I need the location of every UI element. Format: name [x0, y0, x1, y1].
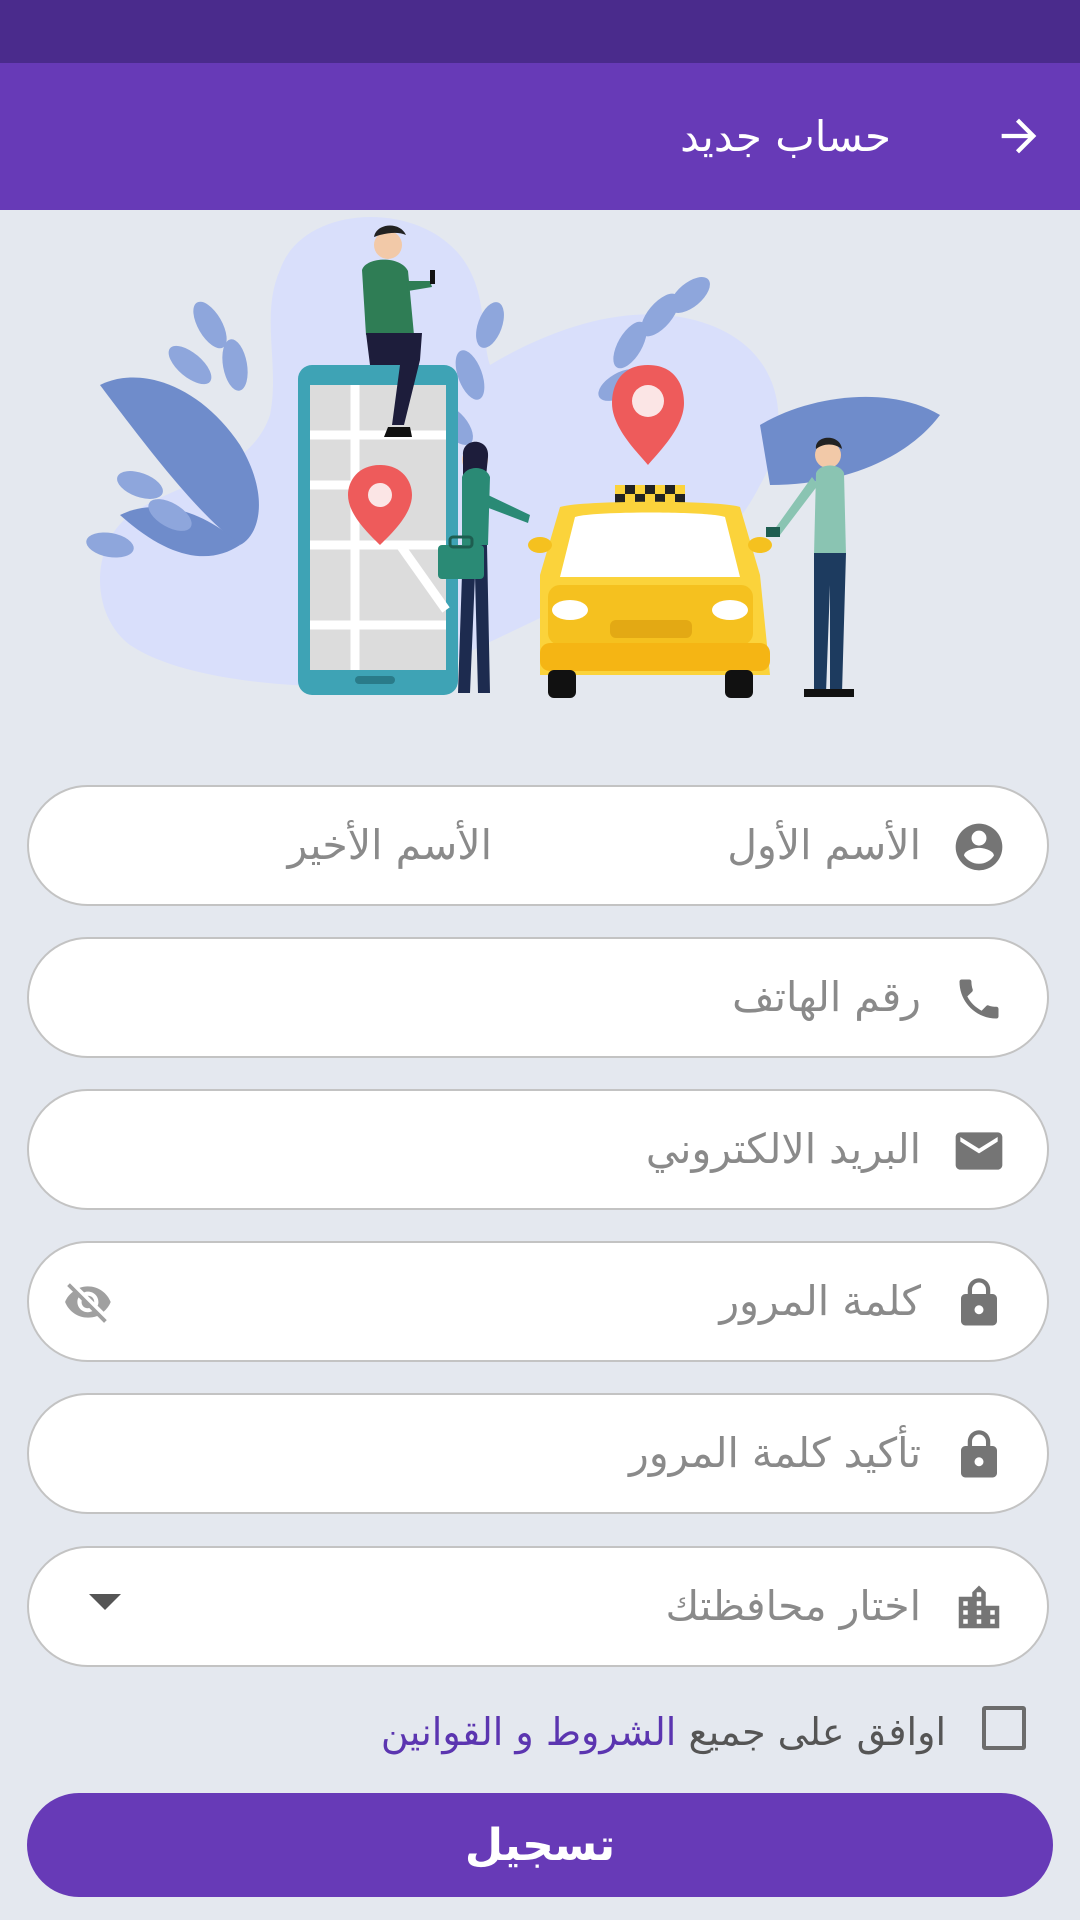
- terms-prefix: اوافق على جميع: [688, 1710, 946, 1754]
- terms-link[interactable]: الشروط و القوانين: [381, 1710, 677, 1754]
- terms-label: اوافق على جميع الشروط و القوانين: [381, 1700, 946, 1764]
- envelope-icon: [951, 1123, 1007, 1179]
- eye-off-icon[interactable]: [59, 1277, 117, 1327]
- app-bar: حساب جديد: [0, 63, 1080, 210]
- city-icon: [951, 1580, 1007, 1636]
- last-name-input[interactable]: الأسم الأخير: [287, 787, 492, 904]
- taxi-illustration: [86, 217, 940, 698]
- confirm-password-input[interactable]: تأكيد كلمة المرور: [629, 1395, 921, 1512]
- name-field: الأسم الأول الأسم الأخير: [27, 785, 1049, 906]
- first-name-input[interactable]: الأسم الأول: [727, 787, 921, 904]
- governorate-select[interactable]: اختار محافظتك: [27, 1546, 1049, 1667]
- register-button[interactable]: تسجيل: [27, 1793, 1053, 1897]
- arrow-right-icon: [1001, 118, 1037, 154]
- terms-checkbox[interactable]: [982, 1706, 1026, 1750]
- password-field[interactable]: كلمة المرور: [27, 1241, 1049, 1362]
- back-button[interactable]: [984, 101, 1054, 171]
- terms-row: اوافق على جميع الشروط و القوانين: [0, 1700, 1080, 1764]
- lock-icon: [951, 1427, 1007, 1483]
- lock-icon: [951, 1275, 1007, 1331]
- phone-input[interactable]: رقم الهاتف: [732, 939, 921, 1056]
- governorate-placeholder: اختار محافظتك: [665, 1582, 921, 1630]
- account-circle-icon: [951, 819, 1007, 875]
- caret-down-icon[interactable]: [89, 1594, 121, 1610]
- confirm-password-field[interactable]: تأكيد كلمة المرور: [27, 1393, 1049, 1514]
- email-input[interactable]: البريد الالكتروني: [646, 1091, 921, 1208]
- status-bar: [0, 0, 1080, 63]
- page-title: حساب جديد: [680, 112, 891, 161]
- email-field[interactable]: البريد الالكتروني: [27, 1089, 1049, 1210]
- phone-field[interactable]: رقم الهاتف: [27, 937, 1049, 1058]
- password-input[interactable]: كلمة المرور: [719, 1243, 921, 1360]
- phone-icon: [951, 971, 1007, 1027]
